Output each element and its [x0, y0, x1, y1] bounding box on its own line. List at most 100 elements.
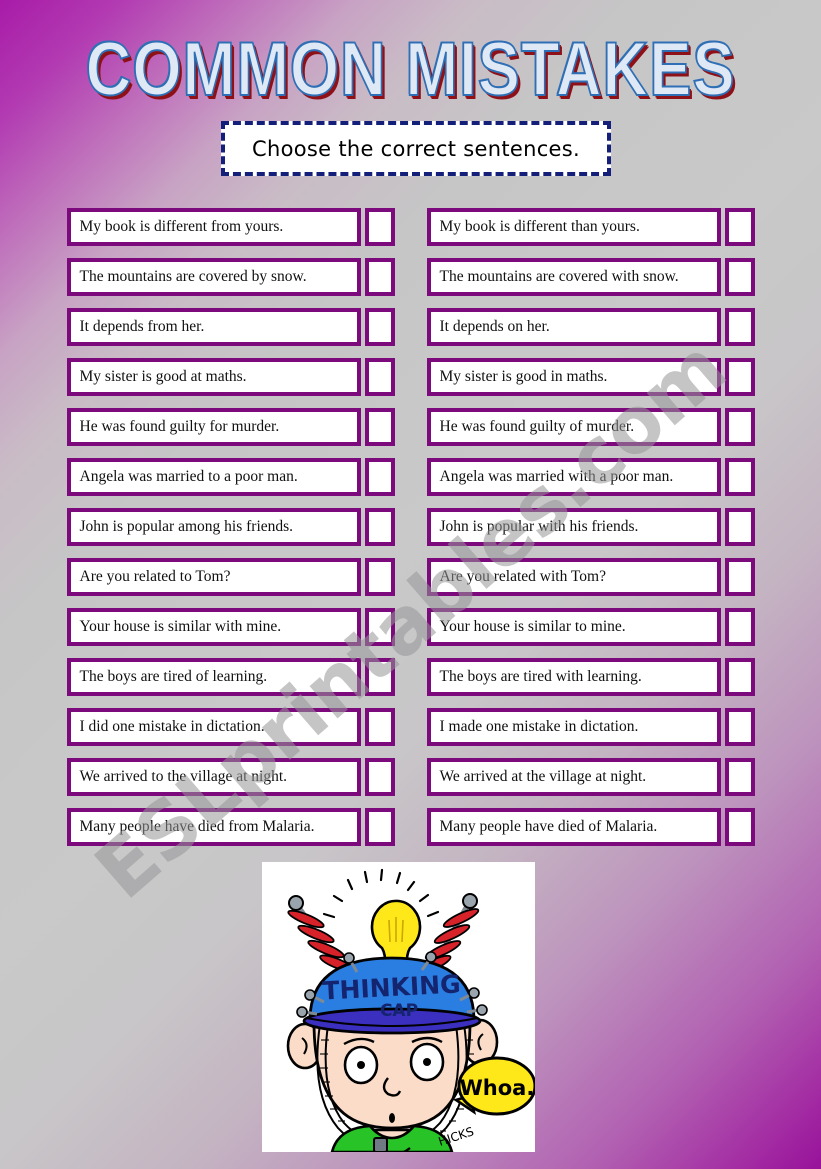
- sentence-row: Angela was married with a poor man.: [426, 458, 755, 496]
- sentence-box: Angela was married to a poor man.: [66, 458, 361, 496]
- sentence-text: The boys are tired of learning.: [79, 668, 268, 685]
- sentence-row: John is popular with his friends.: [426, 508, 755, 546]
- answer-checkbox[interactable]: [364, 658, 395, 696]
- sentence-box: He was found guilty of murder.: [426, 408, 721, 446]
- answer-checkbox[interactable]: [364, 758, 395, 796]
- sentence-box: The boys are tired with learning.: [426, 658, 721, 696]
- answer-checkbox[interactable]: [364, 708, 395, 746]
- sentence-text: John is popular among his friends.: [79, 518, 294, 535]
- answer-checkbox[interactable]: [724, 258, 755, 296]
- sentence-box: Many people have died of Malaria.: [426, 808, 721, 846]
- sentence-text: My book is different from yours.: [79, 218, 284, 235]
- sentence-row: Are you related to Tom?: [66, 558, 395, 596]
- answer-checkbox[interactable]: [724, 308, 755, 346]
- illustration-thinking-cap: THINKING CAP HICKS Whoa.: [262, 862, 535, 1152]
- sentence-text: It depends from her.: [79, 318, 205, 335]
- speech-bubble: Whoa.: [452, 1056, 535, 1116]
- sentence-box: Are you related with Tom?: [426, 558, 721, 596]
- answer-checkbox[interactable]: [724, 658, 755, 696]
- answer-checkbox[interactable]: [724, 458, 755, 496]
- answer-checkbox[interactable]: [724, 208, 755, 246]
- answer-checkbox[interactable]: [724, 758, 755, 796]
- sentence-text: Your house is similar with mine.: [79, 618, 282, 635]
- sentence-column-right: My book is different than yours. The moun…: [426, 208, 755, 846]
- sentence-row: My sister is good in maths.: [426, 358, 755, 396]
- sentence-row: The mountains are covered with snow.: [426, 258, 755, 296]
- sentence-row: I made one mistake in dictation.: [426, 708, 755, 746]
- answer-checkbox[interactable]: [724, 358, 755, 396]
- page-title-container: COMMON MISTAKES: [0, 31, 821, 109]
- worksheet-page: COMMON MISTAKES Choose the correct sente…: [0, 0, 821, 1169]
- sentence-box: We arrived at the village at night.: [426, 758, 721, 796]
- speech-bubble-text: Whoa.: [460, 1076, 535, 1100]
- instruction-text: Choose the correct sentences.: [252, 136, 580, 161]
- answer-checkbox[interactable]: [724, 708, 755, 746]
- answer-checkbox[interactable]: [364, 308, 395, 346]
- sentence-box: I made one mistake in dictation.: [426, 708, 721, 746]
- sentence-row: He was found guilty of murder.: [426, 408, 755, 446]
- sentence-row: My sister is good at maths.: [66, 358, 395, 396]
- sentence-row: Are you related with Tom?: [426, 558, 755, 596]
- sentence-box: Angela was married with a poor man.: [426, 458, 721, 496]
- sentence-box: The mountains are covered by snow.: [66, 258, 361, 296]
- answer-checkbox[interactable]: [364, 608, 395, 646]
- sentence-text: The boys are tired with learning.: [439, 668, 642, 685]
- sentence-box: The mountains are covered with snow.: [426, 258, 721, 296]
- sentence-text: I did one mistake in dictation.: [79, 718, 265, 735]
- sentence-text: Are you related to Tom?: [79, 568, 231, 585]
- sentence-text: My sister is good in maths.: [439, 368, 608, 385]
- answer-checkbox[interactable]: [364, 558, 395, 596]
- sentence-text: We arrived to the village at night.: [79, 768, 288, 785]
- answer-checkbox[interactable]: [724, 808, 755, 846]
- answer-checkbox[interactable]: [724, 558, 755, 596]
- sentence-text: I made one mistake in dictation.: [439, 718, 639, 735]
- answer-checkbox[interactable]: [364, 408, 395, 446]
- sentence-box: My sister is good in maths.: [426, 358, 721, 396]
- instruction-box: Choose the correct sentences.: [221, 121, 611, 176]
- sentence-row: The mountains are covered by snow.: [66, 258, 395, 296]
- sentence-box: John is popular with his friends.: [426, 508, 721, 546]
- sentence-row: We arrived at the village at night.: [426, 758, 755, 796]
- sentence-box: Many people have died from Malaria.: [66, 808, 361, 846]
- sentence-box: My book is different than yours.: [426, 208, 721, 246]
- sentence-text: My book is different than yours.: [439, 218, 640, 235]
- sentence-box: Your house is similar to mine.: [426, 608, 721, 646]
- sentence-box: Are you related to Tom?: [66, 558, 361, 596]
- cap-label-line2: CAP: [380, 1001, 418, 1021]
- sentence-text: We arrived at the village at night.: [439, 768, 647, 785]
- answer-checkbox[interactable]: [364, 508, 395, 546]
- sentence-row: He was found guilty for murder.: [66, 408, 395, 446]
- sentence-row: The boys are tired of learning.: [66, 658, 395, 696]
- page-title: COMMON MISTAKES: [85, 28, 736, 113]
- answer-checkbox[interactable]: [724, 408, 755, 446]
- sentence-text: The mountains are covered with snow.: [439, 268, 679, 285]
- sentence-row: My book is different than yours.: [426, 208, 755, 246]
- sentence-row: Angela was married to a poor man.: [66, 458, 395, 496]
- answer-checkbox[interactable]: [364, 458, 395, 496]
- sentence-columns: My book is different from yours. The moun…: [0, 208, 821, 846]
- sentence-text: John is popular with his friends.: [439, 518, 639, 535]
- answer-checkbox[interactable]: [364, 258, 395, 296]
- sentence-text: Angela was married with a poor man.: [439, 468, 674, 485]
- sentence-text: Your house is similar to mine.: [439, 618, 626, 635]
- sentence-text: My sister is good at maths.: [79, 368, 247, 385]
- sentence-row: The boys are tired with learning.: [426, 658, 755, 696]
- sentence-box: It depends on her.: [426, 308, 721, 346]
- sentence-column-left: My book is different from yours. The moun…: [66, 208, 395, 846]
- answer-checkbox[interactable]: [364, 208, 395, 246]
- sentence-row: John is popular among his friends.: [66, 508, 395, 546]
- sentence-text: Are you related with Tom?: [439, 568, 607, 585]
- answer-checkbox[interactable]: [364, 808, 395, 846]
- sentence-row: Many people have died of Malaria.: [426, 808, 755, 846]
- sentence-row: It depends on her.: [426, 308, 755, 346]
- sentence-text: He was found guilty for murder.: [79, 418, 280, 435]
- answer-checkbox[interactable]: [724, 608, 755, 646]
- sentence-box: John is popular among his friends.: [66, 508, 361, 546]
- sentence-text: Many people have died from Malaria.: [79, 818, 315, 835]
- answer-checkbox[interactable]: [724, 508, 755, 546]
- sentence-box: It depends from her.: [66, 308, 361, 346]
- sentence-box: My sister is good at maths.: [66, 358, 361, 396]
- answer-checkbox[interactable]: [364, 358, 395, 396]
- sentence-row: Your house is similar to mine.: [426, 608, 755, 646]
- sentence-box: He was found guilty for murder.: [66, 408, 361, 446]
